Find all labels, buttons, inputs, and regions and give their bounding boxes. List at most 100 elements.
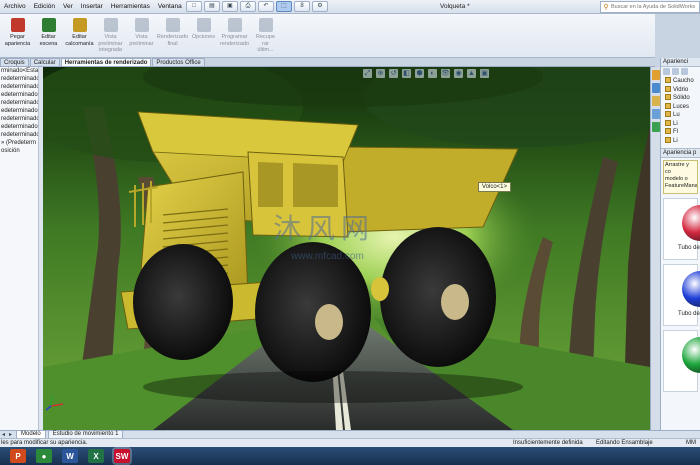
undo-icon[interactable]: ↶ [258, 1, 274, 12]
appearance-folder-row[interactable]: Luces [661, 102, 700, 112]
back-icon[interactable] [663, 68, 670, 75]
help-search-box[interactable]: ⚲ [600, 1, 700, 13]
feature-tree-row[interactable]: » (Predeterm [0, 139, 39, 147]
solidworks-taskbar-icon[interactable]: SW [114, 449, 130, 463]
feature-tree-row[interactable]: redeterminado [0, 131, 39, 139]
feature-tree-row[interactable]: redeterminado [0, 83, 39, 91]
preview-window-icon [134, 18, 149, 32]
search-icon[interactable]: ⚲ [601, 3, 611, 11]
display-style-icon[interactable]: ◐ [428, 69, 437, 78]
tab-scroll-right-icon[interactable]: ▸ [7, 431, 14, 438]
forward-icon[interactable] [672, 68, 679, 75]
options-icon[interactable]: ⚙ [312, 1, 328, 12]
ribbon-button-8[interactable]: Recupe rar últim... [250, 14, 281, 58]
ribbon-button-6[interactable]: Opciones [188, 14, 219, 58]
ribbon-button-label: Vista preliminar integrada [98, 34, 123, 53]
appearance-folder-row[interactable]: Vidrio [661, 85, 700, 95]
appearance-swatch[interactable] [663, 330, 700, 392]
word-taskbar-icon[interactable]: W [62, 449, 78, 463]
rebuild-icon[interactable]: 8 [294, 1, 310, 12]
menu-item-5[interactable]: Ventana [154, 0, 186, 14]
feature-tree-row[interactable]: osición [0, 147, 39, 155]
feature-tree-row[interactable]: redeterminado [0, 115, 39, 123]
ribbon-button-7[interactable]: Programar renderizado [219, 14, 250, 58]
view-settings-icon[interactable]: ▣ [480, 69, 489, 78]
final-render-icon [165, 18, 180, 32]
resources-tab-icon[interactable] [652, 70, 660, 80]
status-hint: les para modificar su apariencia. [1, 440, 88, 446]
heads-up-view-toolbar: ⤢ ⊕ ↺ ◧ ⬢ ◐ 👁 ◉ ▲ ▣ [363, 69, 489, 78]
home-icon[interactable] [681, 68, 688, 75]
open-icon[interactable]: ▤ [204, 1, 220, 12]
view-palette-tab-icon[interactable] [652, 109, 660, 119]
ribbon-button-2[interactable]: Editar calcomanía [64, 14, 95, 58]
recall-last-render-icon [258, 18, 273, 32]
menu-item-0[interactable]: Archivo [0, 0, 30, 14]
chrome-taskbar-icon[interactable]: ● [36, 449, 52, 463]
ribbon-button-label: Programar renderizado [219, 34, 250, 47]
file-explorer-tab-icon[interactable] [652, 96, 660, 106]
solidworks-window: Archivo Edición Ver Insertar Herramientas Ven… [0, 0, 700, 465]
zoom-area-icon[interactable]: ⊕ [376, 69, 385, 78]
appearance-folder-label: Sólido [673, 95, 690, 101]
select-icon[interactable]: ⬚ [276, 1, 292, 12]
menu-item-1[interactable]: Edición [30, 0, 59, 14]
ribbon-button-label: Renderizado final [156, 34, 189, 47]
new-document-icon[interactable]: □ [186, 1, 202, 12]
appearance-folder-row[interactable]: Li [661, 119, 700, 129]
appearances-tree: Caucho Vidrio Sólido Luces Lu Li Fl Li [661, 77, 700, 145]
excel-taskbar-icon[interactable]: X [88, 449, 104, 463]
feature-tree-row[interactable]: edeterminado [0, 107, 39, 115]
appearance-folder-label: Fl [673, 129, 678, 135]
options-icon [196, 18, 211, 32]
title-bar: Archivo Edición Ver Insertar Herramientas Ven… [0, 0, 700, 14]
menu-item-3[interactable]: Insertar [77, 0, 107, 14]
appearance-swatch[interactable]: Tubo de [663, 264, 700, 326]
appearance-folder-row[interactable]: Fl [661, 128, 700, 137]
watermark-url: www.mfcad.com [291, 251, 364, 262]
scene-icon[interactable]: ▲ [467, 69, 476, 78]
appearance-folder-label: Lu [673, 112, 680, 118]
edit-decal-icon [72, 18, 87, 32]
folder-icon [665, 85, 671, 92]
ribbon-button-3[interactable]: Vista preliminar integrada [95, 14, 126, 58]
feature-tree-row[interactable]: redeterminado [0, 75, 39, 83]
appearances-tab-icon[interactable] [652, 122, 660, 132]
hide-show-icon[interactable]: 👁 [441, 69, 450, 78]
section-view-icon[interactable]: ◧ [402, 69, 411, 78]
feature-tree-row[interactable]: edeterminado [0, 91, 39, 99]
menu-item-4[interactable]: Herramientas [107, 0, 154, 14]
graphics-area[interactable]: ⤢ ⊕ ↺ ◧ ⬢ ◐ 👁 ◉ ▲ ▣ Volco<1> 沐风网 www.mfcad.com [43, 67, 650, 430]
appearance-folder-label: Vidrio [673, 86, 689, 93]
appearance-swatch[interactable]: Tubo de [663, 198, 700, 260]
feature-tree-row[interactable]: rminado<Esta [0, 67, 39, 75]
appearance-folder-row[interactable]: Caucho [661, 77, 700, 86]
menu-item-2[interactable]: Ver [59, 0, 77, 14]
appearance-folder-row[interactable]: Lu [661, 111, 700, 120]
feature-tree-row[interactable]: redeterminado [0, 99, 39, 107]
design-library-tab-icon[interactable] [652, 83, 660, 93]
view-orientation-icon[interactable]: ⬢ [415, 69, 424, 78]
tab-scroll-left-icon[interactable]: ◂ [0, 431, 7, 438]
powerpoint-taskbar-icon[interactable]: P [10, 449, 26, 463]
ribbon-button-4[interactable]: Vista preliminar [126, 14, 157, 58]
feature-tree-row[interactable]: edeterminado [0, 123, 39, 131]
appearance-folder-row[interactable]: Sólido [661, 94, 700, 103]
folder-icon [665, 128, 671, 135]
save-icon[interactable]: ▣ [222, 1, 238, 12]
zoom-to-fit-icon[interactable]: ⤢ [363, 69, 372, 78]
status-units[interactable]: MM [686, 439, 696, 447]
folder-icon [665, 77, 671, 84]
edit-appearance-icon[interactable]: ◉ [454, 69, 463, 78]
ribbon-button-0[interactable]: Pegar apariencia [2, 14, 33, 58]
folder-icon [665, 94, 671, 101]
ribbon-button-label: Vista preliminar [129, 34, 154, 47]
watermark-logo: 沐风网 [273, 212, 376, 245]
appearance-folder-row[interactable]: Li [661, 136, 700, 146]
help-search-input[interactable] [611, 4, 699, 10]
previous-view-icon[interactable]: ↺ [389, 69, 398, 78]
folder-icon [665, 136, 671, 143]
ribbon-button-1[interactable]: Editar escena [33, 14, 64, 58]
print-icon[interactable]: ⎙ [240, 1, 256, 12]
ribbon-button-5[interactable]: Renderizado final [157, 14, 188, 58]
